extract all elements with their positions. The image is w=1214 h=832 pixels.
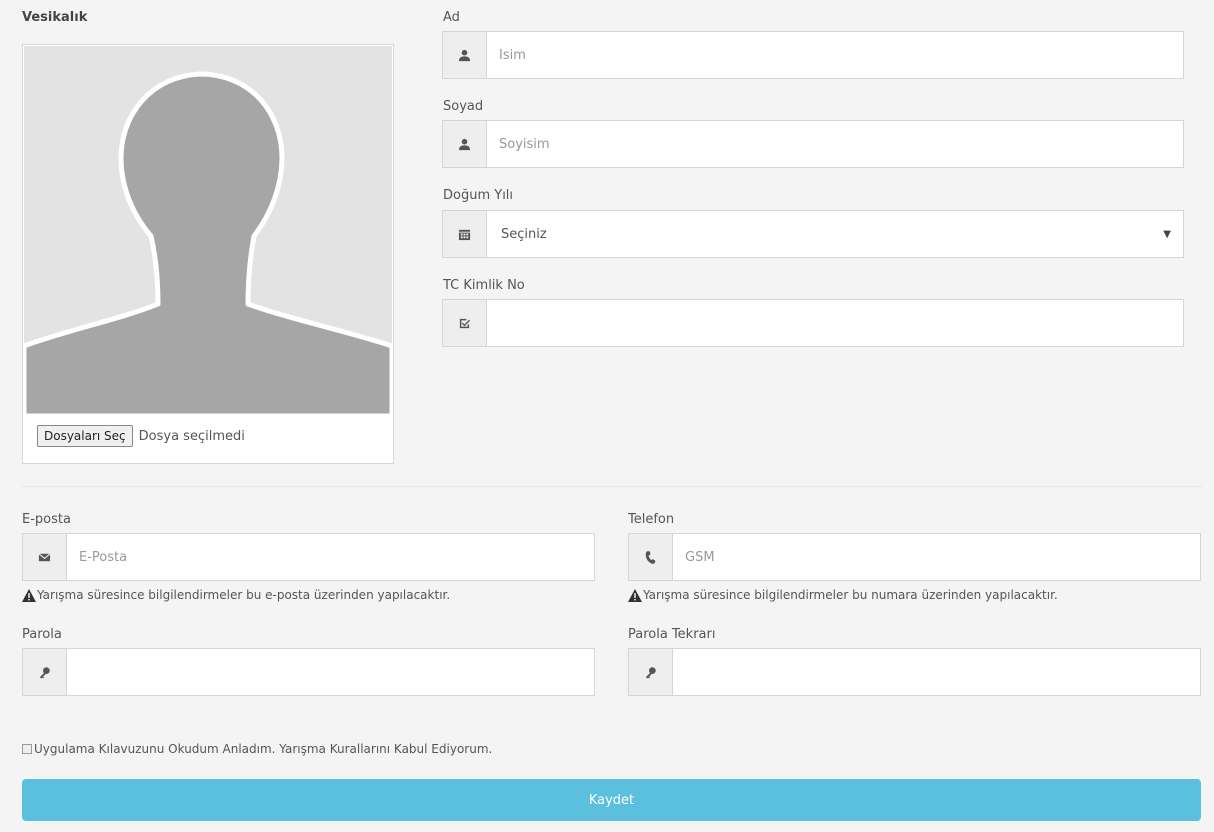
warning-icon [22,588,36,602]
terms-checkbox[interactable] [22,744,32,754]
file-input-row: Dosyaları Seç Dosya seçilmedi [37,425,245,447]
terms-label: Uygulama Kılavuzunu Okudum Anladım. Yarı… [34,742,493,756]
photo-title: Vesikalık [22,10,88,25]
last-name-label: Soyad [443,99,484,114]
birth-year-label: Doğum Yılı [443,188,514,203]
key-icon [22,648,66,696]
email-help: Yarışma süresince bilgilendirmeler bu e-… [22,588,450,602]
first-name-label: Ad [443,10,460,25]
terms-row: Uygulama Kılavuzunu Okudum Anladım. Yarı… [22,742,492,756]
password-repeat-field [628,648,1201,696]
photo-box: Dosyaları Seç Dosya seçilmedi [22,44,394,464]
phone-help: Yarışma süresince bilgilendirmeler bu nu… [628,588,1058,602]
choose-file-button[interactable]: Dosyaları Seç [37,425,133,447]
calendar-icon [442,210,486,258]
password-field [22,648,595,696]
password-repeat-label: Parola Tekrarı [628,627,716,642]
password-input[interactable] [66,648,595,696]
warning-icon [628,588,642,602]
phone-field [628,533,1201,581]
email-label: E-posta [22,512,71,527]
caret-down-icon: ▼ [1163,228,1171,240]
password-label: Parola [22,627,62,642]
birth-year-field: Seçiniz ▼ [442,210,1184,258]
phone-help-text: Yarışma süresince bilgilendirmeler bu nu… [643,588,1058,602]
file-status-text: Dosya seçilmedi [138,428,245,444]
last-name-field [442,120,1184,168]
phone-label: Telefon [628,512,675,527]
user-icon [442,120,486,168]
user-icon [442,31,486,79]
avatar-placeholder-image [24,46,392,416]
tc-no-label: TC Kimlik No [443,278,525,293]
birth-year-selected: Seçiniz [501,226,547,242]
last-name-input[interactable] [486,120,1184,168]
password-repeat-input[interactable] [672,648,1201,696]
email-input[interactable] [66,533,595,581]
phone-input[interactable] [672,533,1201,581]
tc-no-input[interactable] [486,299,1184,347]
first-name-field [442,31,1184,79]
email-field [22,533,595,581]
phone-icon [628,533,672,581]
tc-no-field [442,299,1184,347]
section-divider [22,486,1202,487]
key-icon [628,648,672,696]
email-help-text: Yarışma süresince bilgilendirmeler bu e-… [37,588,451,602]
envelope-icon [22,533,66,581]
birth-year-select[interactable]: Seçiniz ▼ [486,210,1184,258]
check-square-icon [442,299,486,347]
first-name-input[interactable] [486,31,1184,79]
submit-button[interactable]: Kaydet [22,779,1201,821]
